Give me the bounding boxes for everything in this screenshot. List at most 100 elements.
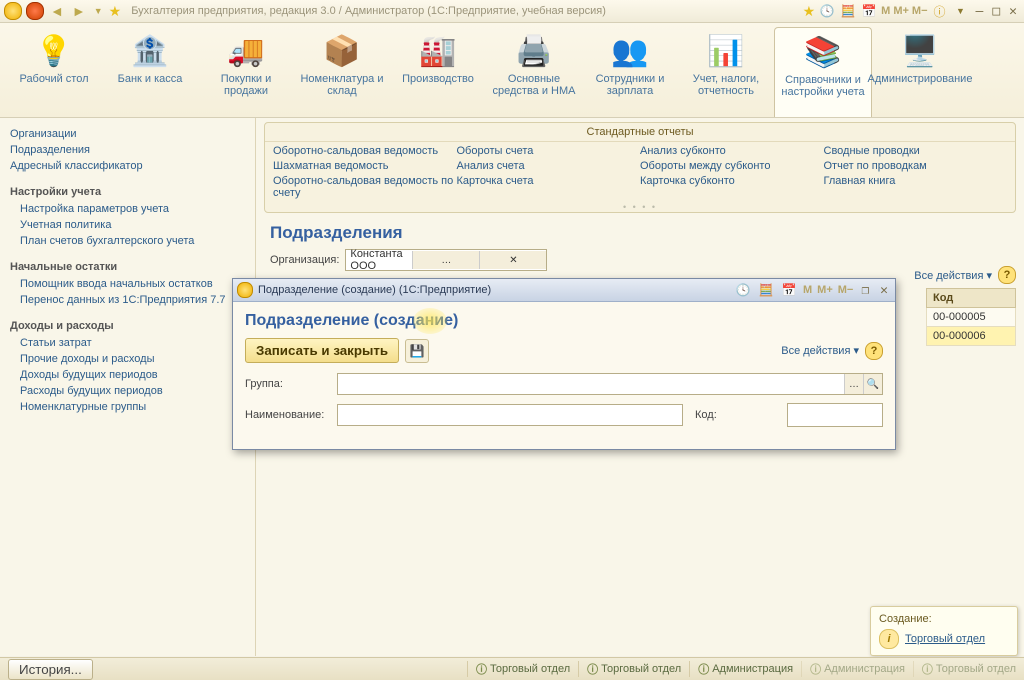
name-input[interactable] [337,404,683,426]
report-link[interactable]: Анализ субконто [640,145,824,157]
all-actions-link[interactable]: Все действия ▾ [914,269,992,282]
dlg-help-icon[interactable]: ? [865,342,883,360]
org-select-button[interactable]: … [412,251,479,269]
nav-forward-icon[interactable]: ► [70,3,88,19]
report-link[interactable]: Карточка субконто [640,175,824,187]
org-clear-button[interactable]: ✕ [479,251,546,269]
report-link[interactable]: Сводные проводки [824,145,1008,157]
section-3[interactable]: 📦Номенклатура и склад [294,27,390,117]
minimize-button[interactable]: — [973,4,987,19]
window-tab[interactable]: ⓘТорговый отдел [913,661,1024,677]
section-label: Справочники и настройки учета [777,74,869,98]
report-link[interactable]: Обороты счета [457,145,641,157]
report-link[interactable]: Анализ счета [457,160,641,172]
help-dropdown-icon[interactable]: ▼ [952,3,970,19]
sidebar-item[interactable]: Учетная политика [10,217,245,233]
nav-back-icon[interactable]: ◄ [48,3,66,19]
group-input[interactable]: … 🔍 [337,373,883,395]
org-input[interactable]: Константа ООО … ✕ [345,249,547,271]
info-icon[interactable]: ⓘ [931,3,949,19]
section-icon: 📦 [320,31,364,71]
window-tab[interactable]: ⓘТорговый отдел [467,661,578,677]
sidebar-group-title: Доходы и расходы [10,320,245,332]
report-link[interactable]: Оборотно-сальдовая ведомость по счету [273,175,457,199]
section-icon: 🏭 [416,31,460,71]
group-select-button[interactable]: … [844,374,863,394]
calc-icon[interactable]: 🧮 [839,3,857,19]
dlg-calc-icon[interactable]: 🧮 [757,282,775,298]
code-field[interactable] [787,403,883,427]
help-icon[interactable]: ? [998,266,1016,284]
sidebar-item[interactable]: Статьи затрат [10,335,245,351]
sidebar-link[interactable]: Подразделения [10,142,245,158]
sidebar-item[interactable]: План счетов бухгалтерского учета [10,233,245,249]
report-link[interactable]: Обороты между субконто [640,160,824,172]
report-link[interactable]: Отчет по проводкам [824,160,1008,172]
toast-text[interactable]: Торговый отдел [905,633,985,645]
sidebar-item[interactable]: Настройка параметров учета [10,201,245,217]
section-7[interactable]: 📊Учет, налоги, отчетность [678,27,774,117]
history-button[interactable]: История... [8,659,93,680]
mplus-button[interactable]: M+ [893,5,909,17]
column-header-code[interactable]: Код [926,288,1016,308]
window-tab[interactable]: ⓘТорговый отдел [578,661,689,677]
report-link[interactable]: Карточка счета [457,175,641,187]
dlg-history-icon[interactable]: 🕓 [734,282,752,298]
mminus-button[interactable]: M− [912,5,928,17]
close-button[interactable]: ✕ [1006,4,1020,19]
section-0[interactable]: 💡Рабочий стол [6,27,102,117]
sidebar-item[interactable]: Прочие доходы и расходы [10,351,245,367]
sidebar-link[interactable]: Адресный классификатор [10,158,245,174]
dlg-calendar-icon[interactable]: 📅 [780,282,798,298]
maximize-button[interactable]: □ [989,4,1003,19]
section-8[interactable]: 📚Справочники и настройки учета [774,27,872,117]
sidebar-item[interactable]: Номенклатурные группы [10,399,245,415]
calendar-icon[interactable]: 📅 [860,3,878,19]
dlg-all-actions-link[interactable]: Все действия ▾ [781,344,859,357]
window-tab[interactable]: ⓘАдминистрация [801,661,913,677]
app-icon-menu[interactable] [26,2,44,20]
report-link[interactable]: Оборотно-сальдовая ведомость [273,145,457,157]
dialog-title: Подразделение (создание) (1С:Предприятие… [258,284,729,296]
info-icon: ⓘ [476,661,487,677]
fav2-icon[interactable]: ★ [803,3,816,20]
report-link[interactable]: Главная книга [824,175,1008,187]
sidebar-item[interactable]: Перенос данных из 1С:Предприятия 7.7 [10,292,245,308]
history-icon[interactable]: 🕓 [818,3,836,19]
dialog-titlebar[interactable]: Подразделение (создание) (1С:Предприятие… [233,279,895,302]
section-4[interactable]: 🏭Производство [390,27,486,117]
favorite-icon[interactable]: ★ [109,3,122,20]
page-header: Подразделения [270,223,1010,243]
m-button[interactable]: M [881,5,890,17]
table-row[interactable]: 00-000005 [926,308,1016,327]
group-field[interactable] [338,378,844,390]
section-1[interactable]: 🏦Банк и касса [102,27,198,117]
save-and-close-button[interactable]: Записать и закрыть [245,338,399,363]
sidebar-item[interactable]: Доходы будущих периодов [10,367,245,383]
name-field[interactable] [338,409,682,421]
org-value: Константа ООО [346,248,412,272]
sidebar-item[interactable]: Помощник ввода начальных остатков [10,276,245,292]
group-search-button[interactable]: 🔍 [863,374,882,394]
save-icon-button[interactable]: 💾 [405,339,429,363]
panel-resize-dots[interactable]: • • • • [265,202,1015,212]
dlg-close-button[interactable]: ✕ [877,283,891,298]
section-6[interactable]: 👥Сотрудники и зарплата [582,27,678,117]
section-5[interactable]: 🖨️Основные средства и НМА [486,27,582,117]
dlg-restore-button[interactable]: ❐ [858,283,872,298]
window-tab[interactable]: ⓘАдминистрация [689,661,801,677]
table-row[interactable]: 00-000006 [926,327,1016,346]
section-toolbar: 💡Рабочий стол🏦Банк и касса🚚Покупки и про… [0,23,1024,118]
dlg-m[interactable]: M [803,284,812,296]
sidebar-link[interactable]: Организации [10,126,245,142]
nav-dropdown-icon[interactable]: ▼ [92,6,105,16]
reports-title: Стандартные отчеты [265,123,1015,142]
section-label: Номенклатура и склад [296,73,388,97]
report-link[interactable]: Шахматная ведомость [273,160,457,172]
dlg-mplus[interactable]: M+ [817,284,833,296]
sidebar: ОрганизацииПодразделенияАдресный классиф… [0,118,256,656]
dlg-mminus[interactable]: M− [838,284,854,296]
section-2[interactable]: 🚚Покупки и продажи [198,27,294,117]
sidebar-item[interactable]: Расходы будущих периодов [10,383,245,399]
section-9[interactable]: 🖥️Администрирование [872,27,968,117]
